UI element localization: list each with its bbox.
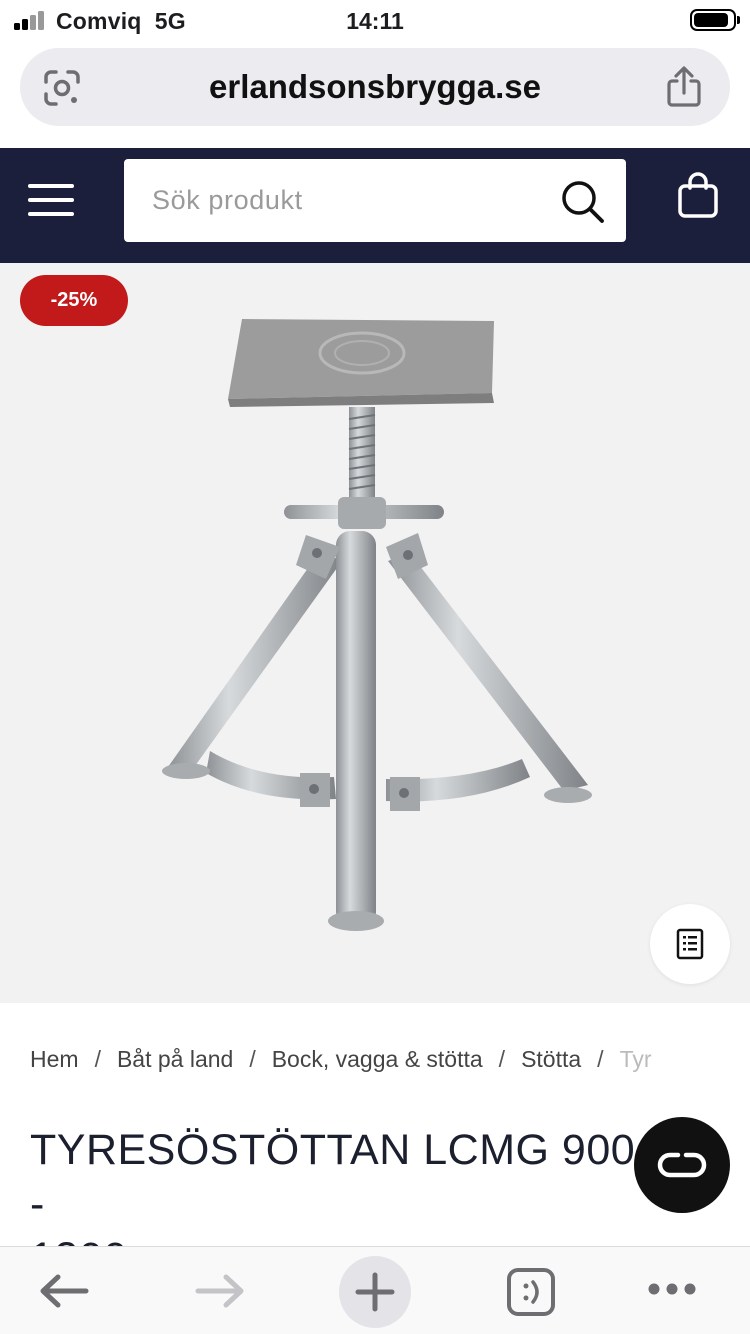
product-title-line1: TYRESÖSTÖTTAN LCMG 900 -	[30, 1126, 636, 1228]
battery-icon	[690, 9, 740, 31]
breadcrumb-item-stotta[interactable]: Stötta	[521, 1046, 581, 1073]
tab-switcher-button[interactable]	[492, 1247, 572, 1334]
site-header	[0, 148, 750, 263]
chat-button[interactable]	[634, 1117, 730, 1213]
search-icon[interactable]	[560, 179, 606, 225]
search-input[interactable]	[152, 175, 532, 225]
breadcrumb-item-current[interactable]: Tyr	[620, 1046, 652, 1073]
product-image-area: -25%	[0, 263, 750, 1003]
breadcrumb-item-home[interactable]: Hem	[30, 1046, 79, 1073]
shopping-bag-icon[interactable]	[676, 172, 720, 220]
tab-switcher-icon	[507, 1268, 555, 1316]
address-bar[interactable]: erlandsonsbrygga.se	[20, 48, 730, 126]
back-arrow-icon	[40, 1274, 89, 1308]
browser-toolbar	[0, 1246, 750, 1334]
product-photo-boat-stand[interactable]	[150, 311, 610, 951]
share-icon[interactable]	[664, 66, 704, 108]
breadcrumb-item-bat-pa-land[interactable]: Båt på land	[117, 1046, 233, 1073]
more-button[interactable]	[632, 1247, 712, 1334]
hamburger-menu-icon[interactable]	[28, 180, 76, 220]
discount-badge: -25%	[20, 275, 128, 326]
forward-arrow-icon	[195, 1274, 244, 1308]
url-domain[interactable]: erlandsonsbrygga.se	[20, 68, 730, 106]
status-bar: Comviq 5G 14:11	[0, 0, 750, 44]
breadcrumb-separator: /	[94, 1046, 101, 1072]
breadcrumb-separator: /	[498, 1046, 506, 1072]
more-dots-icon	[648, 1283, 696, 1295]
chat-link-icon	[657, 1152, 707, 1178]
breadcrumb: Hem / Båt på land / Bock, vagga & stötta / Stö…	[30, 1046, 720, 1086]
breadcrumb-separator: /	[597, 1046, 604, 1072]
document-list-button[interactable]	[650, 904, 730, 984]
plus-icon	[355, 1272, 395, 1312]
back-button[interactable]	[24, 1247, 104, 1334]
forward-button[interactable]	[180, 1247, 260, 1334]
document-list-icon	[676, 928, 704, 960]
new-tab-button[interactable]	[339, 1256, 411, 1328]
breadcrumb-item-bock-vagga-stotta[interactable]: Bock, vagga & stötta	[272, 1046, 483, 1073]
search-box	[124, 159, 626, 242]
breadcrumb-separator: /	[249, 1046, 256, 1072]
clock: 14:11	[346, 8, 404, 34]
